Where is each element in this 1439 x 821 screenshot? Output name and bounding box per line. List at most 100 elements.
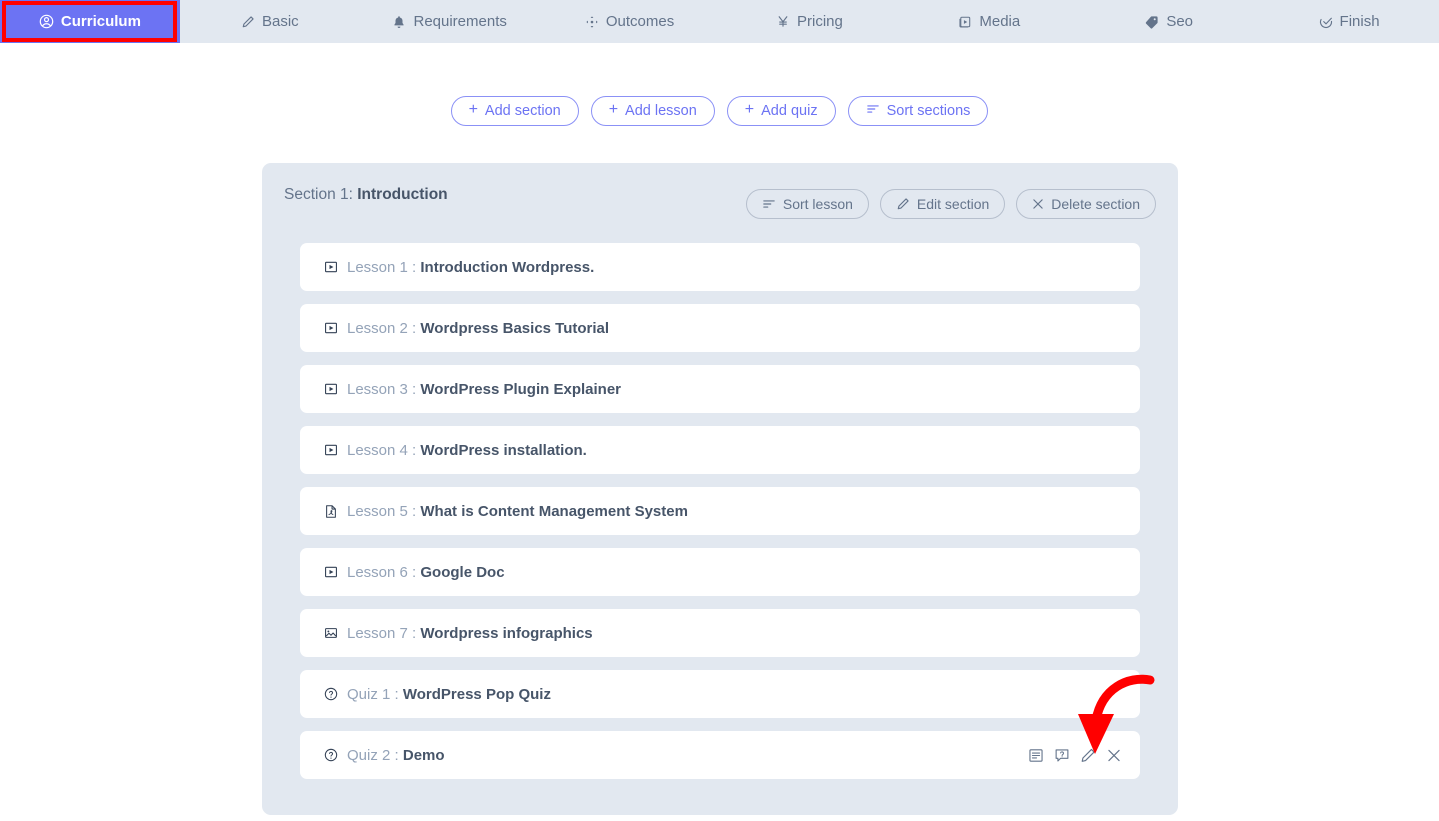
section-title-name: Introduction (357, 186, 448, 203)
delete-icon[interactable] (1105, 747, 1122, 764)
section-title: Section 1: Introduction (284, 186, 448, 204)
curriculum-item-row[interactable]: Lesson 2 : Wordpress Basics Tutorial (300, 304, 1140, 352)
video-icon (323, 443, 338, 458)
item-title: WordPress Pop Quiz (402, 685, 551, 703)
row-action-icons (1027, 747, 1122, 764)
tab-pricing[interactable]: Pricing (720, 0, 900, 43)
image-icon (323, 626, 338, 641)
add-lesson-button[interactable]: + Add lesson (590, 96, 715, 126)
button-label: Sort lesson (782, 196, 853, 212)
sort-icon (762, 198, 776, 210)
curriculum-item-row[interactable]: Lesson 6 : Google Doc (300, 548, 1140, 596)
pencil-icon (896, 197, 910, 211)
section-header: Section 1: Introduction Sort lesson Edit … (262, 163, 1178, 227)
button-label: Add lesson (625, 103, 697, 119)
button-label: Add section (484, 103, 561, 119)
curriculum-item-row[interactable]: Lesson 3 : WordPress Plugin Explainer (300, 365, 1140, 413)
plus-icon: + (744, 101, 755, 118)
curriculum-item-label: Lesson 4 : WordPress installation. (347, 442, 587, 459)
tab-requirements[interactable]: Requirements (360, 0, 540, 43)
curriculum-item-row[interactable]: Lesson 1 : Introduction Wordpress. (300, 243, 1140, 291)
plus-icon: + (468, 101, 478, 118)
quiz-question-icon[interactable] (1053, 747, 1070, 764)
button-label: Add quiz (761, 103, 818, 119)
quiz-details-icon[interactable] (1027, 747, 1044, 764)
button-label: Edit section (916, 196, 990, 212)
section-card: Section 1: Introduction Sort lesson Edit … (262, 163, 1178, 815)
item-title: What is Content Management System (420, 502, 688, 520)
curriculum-item-label: Lesson 6 : Google Doc (347, 564, 505, 581)
tab-outcomes[interactable]: Outcomes (540, 0, 720, 43)
item-prefix: Lesson 1 : (347, 258, 421, 276)
video-icon (323, 382, 338, 397)
item-title: Introduction Wordpress. (420, 258, 595, 276)
plus-icon: + (608, 101, 619, 118)
edit-icon[interactable] (1079, 747, 1096, 764)
item-prefix: Lesson 3 : (347, 380, 421, 398)
pencil-icon (241, 15, 255, 29)
sort-lesson-button[interactable]: Sort lesson (745, 189, 869, 219)
item-prefix: Lesson 6 : (347, 563, 421, 581)
curriculum-item-label: Lesson 3 : WordPress Plugin Explainer (347, 381, 621, 398)
item-title: WordPress installation. (420, 441, 587, 459)
curriculum-item-label: Lesson 2 : Wordpress Basics Tutorial (347, 320, 609, 337)
curriculum-item-row[interactable]: Quiz 1 : WordPress Pop Quiz (300, 670, 1140, 718)
item-title: Wordpress Basics Tutorial (420, 319, 610, 337)
tab-label: Basic (261, 13, 299, 30)
close-icon (1032, 198, 1044, 210)
item-prefix: Quiz 2 : (347, 746, 403, 764)
question-circle-icon (323, 748, 338, 763)
tab-curriculum[interactable]: Curriculum (0, 0, 180, 43)
tab-label: Media (979, 13, 1021, 30)
wizard-tab-bar: Curriculum Basic Requirements Outcomes Prici… (0, 0, 1439, 43)
curriculum-item-label: Quiz 2 : Demo (347, 747, 445, 764)
curriculum-item-label: Quiz 1 : WordPress Pop Quiz (347, 686, 551, 703)
tab-label: Requirements (413, 13, 507, 30)
item-title: Demo (402, 746, 445, 764)
curriculum-item-label: Lesson 1 : Introduction Wordpress. (347, 259, 594, 276)
move-arrows-icon (585, 15, 599, 29)
item-title: WordPress Plugin Explainer (420, 380, 622, 398)
tab-label: Finish (1339, 13, 1380, 30)
curriculum-item-row[interactable]: Quiz 2 : Demo (300, 731, 1140, 779)
add-section-button[interactable]: + Add section (450, 96, 579, 126)
item-prefix: Lesson 4 : (347, 441, 421, 459)
curriculum-item-label: Lesson 7 : Wordpress infographics (347, 625, 593, 642)
item-title: Wordpress infographics (420, 624, 593, 642)
tab-label: Curriculum (60, 13, 141, 30)
curriculum-toolbar: + Add section + Add lesson + Add quiz Sort sec… (0, 96, 1439, 126)
question-circle-icon (323, 687, 338, 702)
item-title: Google Doc (420, 563, 505, 581)
item-prefix: Lesson 2 : (347, 319, 421, 337)
check-circle-icon (1319, 15, 1333, 29)
tab-seo[interactable]: Seo (1079, 0, 1259, 43)
curriculum-item-row[interactable]: Lesson 7 : Wordpress infographics (300, 609, 1140, 657)
section-title-prefix: Section 1: (284, 186, 358, 203)
video-icon (323, 260, 338, 275)
curriculum-item-list: Lesson 1 : Introduction Wordpress. Lesson… (300, 243, 1140, 792)
delete-section-button[interactable]: Delete section (1016, 189, 1156, 219)
tag-icon (1145, 15, 1159, 29)
sort-sections-button[interactable]: Sort sections (847, 96, 989, 126)
video-box-icon (958, 15, 972, 29)
item-prefix: Quiz 1 : (347, 685, 403, 703)
tab-media[interactable]: Media (899, 0, 1079, 43)
curriculum-item-row[interactable]: Lesson 4 : WordPress installation. (300, 426, 1140, 474)
user-circle-icon (39, 14, 54, 29)
tab-label: Pricing (797, 13, 843, 30)
edit-section-button[interactable]: Edit section (879, 189, 1006, 219)
add-quiz-button[interactable]: + Add quiz (726, 96, 836, 126)
item-prefix: Lesson 5 : (347, 502, 421, 520)
section-actions: Sort lesson Edit section Delete section (745, 189, 1156, 219)
curriculum-item-row[interactable]: Lesson 5 : What is Content Management Sy… (300, 487, 1140, 535)
video-icon (323, 321, 338, 336)
video-icon (323, 565, 338, 580)
tab-basic[interactable]: Basic (180, 0, 360, 43)
curriculum-item-label: Lesson 5 : What is Content Management Sy… (347, 503, 688, 520)
sort-icon (866, 103, 880, 119)
yen-icon (776, 14, 790, 29)
button-label: Sort sections (886, 103, 971, 119)
item-prefix: Lesson 7 : (347, 624, 421, 642)
button-label: Delete section (1051, 196, 1140, 212)
tab-finish[interactable]: Finish (1259, 0, 1439, 43)
